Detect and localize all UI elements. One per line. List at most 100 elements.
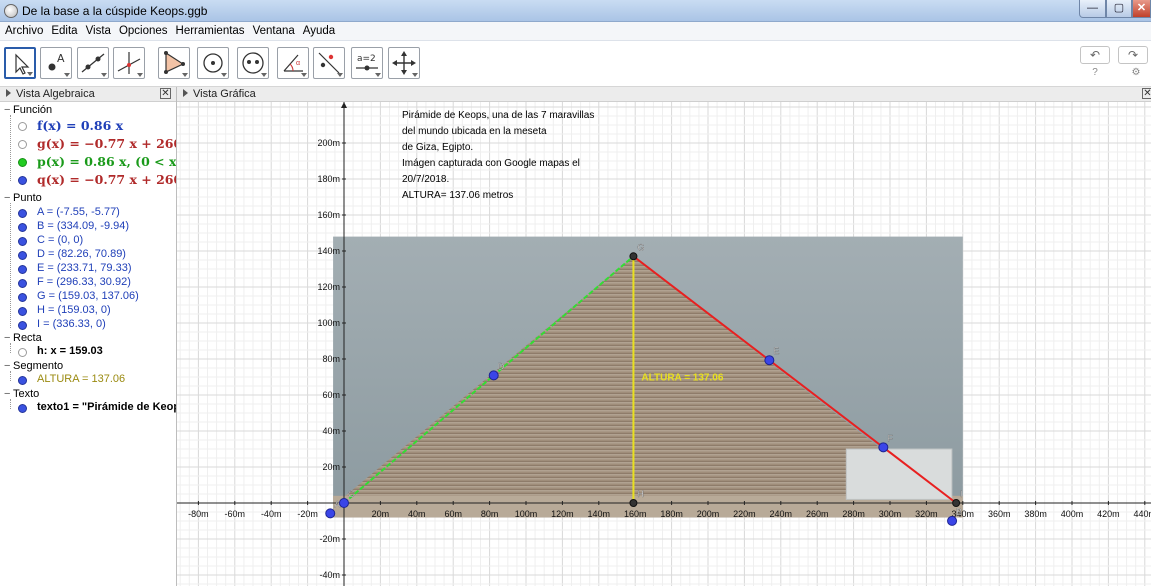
category-recta[interactable]: − Recta <box>4 332 42 344</box>
visibility-toggle[interactable] <box>18 293 27 302</box>
visibility-toggle[interactable] <box>18 176 27 185</box>
x-tick-label: 120m <box>551 509 574 519</box>
visibility-toggle[interactable] <box>18 251 27 260</box>
menu-bar: Archivo Edita Vista Opciones Herramientas Ven… <box>0 22 1151 41</box>
graphics-view[interactable]: ALTURA = 137.06 -80m -60m -40m -20m 20m 40m 60… <box>177 102 1151 586</box>
collapse-arrow-icon[interactable] <box>6 89 11 97</box>
point-label: C <box>348 489 355 499</box>
x-tick-label: 280m <box>842 509 865 519</box>
perpendicular-tool[interactable] <box>113 47 145 79</box>
menu-ayuda[interactable]: Ayuda <box>299 22 339 37</box>
geogebra-logo-icon <box>4 4 18 18</box>
y-tick-label: 20m <box>322 462 340 472</box>
graphics-view-header: Vista Gráfica ✕ <box>177 87 1151 102</box>
x-tick-label: 180m <box>660 509 683 519</box>
close-algebra-view-button[interactable]: ✕ <box>160 88 171 99</box>
category-segmento[interactable]: − Segmento <box>4 360 63 372</box>
move-view-tool[interactable] <box>388 47 420 79</box>
angle-tool[interactable]: α <box>277 47 309 79</box>
x-tick-label: 380m <box>1024 509 1047 519</box>
info-line-2: del mundo ubicada en la meseta <box>402 126 547 137</box>
point-i[interactable] <box>952 499 961 507</box>
visibility-toggle[interactable] <box>18 376 27 385</box>
x-tick-label: 60m <box>444 509 462 519</box>
gear-icon[interactable]: ⚙ <box>1130 67 1142 79</box>
point-b[interactable] <box>947 515 958 526</box>
polygon-tool[interactable] <box>158 47 190 79</box>
texto1-text-box[interactable]: Pirámide de Keops, una de las 7 maravill… <box>402 108 594 204</box>
visibility-toggle[interactable] <box>18 237 27 246</box>
point-label: H <box>637 489 644 499</box>
info-line-4: Imágen capturada con Google mapas el <box>402 158 580 169</box>
point-a[interactable] <box>325 508 336 519</box>
point-f[interactable] <box>878 442 889 453</box>
menu-herramientas[interactable]: Herramientas <box>172 22 249 37</box>
info-line-6: ALTURA= 137.06 metros <box>402 190 514 201</box>
point-e[interactable] <box>764 355 775 366</box>
visibility-toggle[interactable] <box>18 279 27 288</box>
x-tick-label: 360m <box>988 509 1011 519</box>
move-tool[interactable] <box>4 47 36 79</box>
svg-text:A: A <box>57 52 65 65</box>
circle-tool[interactable] <box>197 47 229 79</box>
visibility-toggle[interactable] <box>18 265 27 274</box>
visibility-toggle[interactable] <box>18 122 27 131</box>
point-h[interactable] <box>629 499 638 507</box>
point-label: D <box>498 361 505 371</box>
minimize-button[interactable]: — <box>1079 0 1106 18</box>
algebra-view: − Función f(x) = 0.86 x g(x) = −0.77 x + … <box>0 102 176 586</box>
point-label: E <box>773 346 779 356</box>
title-bar: De la base a la cúspide Keops.ggb — ▢ ✕ <box>0 0 1151 22</box>
menu-vista[interactable]: Vista <box>82 22 115 37</box>
x-tick-label: 100m <box>515 509 538 519</box>
x-tick-label: -60m <box>225 509 246 519</box>
slider-tool[interactable]: a=2 <box>351 47 383 79</box>
x-tick-label: 440m <box>1134 509 1151 519</box>
maximize-button[interactable]: ▢ <box>1106 0 1132 18</box>
x-tick-label: 40m <box>408 509 426 519</box>
category-punto[interactable]: − Punto <box>4 192 42 204</box>
y-tick-label: -20m <box>319 534 340 544</box>
altura-label: ALTURA = 137.06 <box>641 373 723 384</box>
point-tool[interactable]: A <box>40 47 72 79</box>
visibility-toggle[interactable] <box>18 348 27 357</box>
x-tick-label: 160m <box>624 509 647 519</box>
point-label: B <box>956 507 962 517</box>
collapse-arrow-icon[interactable] <box>183 89 188 97</box>
point-d[interactable] <box>488 370 499 381</box>
reflect-tool[interactable] <box>313 47 345 79</box>
help-icon[interactable]: ? <box>1089 67 1101 79</box>
y-tick-label: 200m <box>317 138 340 148</box>
point-g[interactable] <box>629 252 638 261</box>
visibility-toggle[interactable] <box>18 209 27 218</box>
y-tick-label: 100m <box>317 318 340 328</box>
category-texto[interactable]: − Texto <box>4 388 39 400</box>
x-tick-label: -40m <box>261 509 282 519</box>
graphics-view-title: Vista Gráfica <box>193 88 256 100</box>
point-c[interactable] <box>339 498 349 508</box>
visibility-toggle[interactable] <box>18 140 27 149</box>
menu-archivo[interactable]: Archivo <box>0 22 47 37</box>
visibility-toggle[interactable] <box>18 321 27 330</box>
redo-button[interactable]: ↷ <box>1118 46 1148 64</box>
y-tick-label: 180m <box>317 174 340 184</box>
category-funcion[interactable]: − Función <box>4 104 52 116</box>
conic-tool[interactable] <box>237 47 269 79</box>
graphics-canvas[interactable]: ALTURA = 137.06 -80m -60m -40m -20m 20m 40m 60… <box>177 102 1151 586</box>
window-title: De la base a la cúspide Keops.ggb <box>22 4 208 18</box>
visibility-toggle[interactable] <box>18 404 27 413</box>
menu-ventana[interactable]: Ventana <box>249 22 299 37</box>
visibility-toggle[interactable] <box>18 158 27 167</box>
visibility-toggle[interactable] <box>18 223 27 232</box>
menu-edita[interactable]: Edita <box>47 22 81 37</box>
visibility-toggle[interactable] <box>18 307 27 316</box>
close-button[interactable]: ✕ <box>1132 0 1151 18</box>
menu-opciones[interactable]: Opciones <box>115 22 172 37</box>
info-line-3: de Giza, Egipto. <box>402 142 474 153</box>
x-tick-label: -20m <box>297 509 318 519</box>
close-graphics-view-button[interactable]: ✕ <box>1142 88 1151 99</box>
undo-button[interactable]: ↶ <box>1080 46 1110 64</box>
y-tick-label: 40m <box>322 426 340 436</box>
line-tool[interactable] <box>77 47 109 79</box>
x-tick-label: 140m <box>588 509 611 519</box>
